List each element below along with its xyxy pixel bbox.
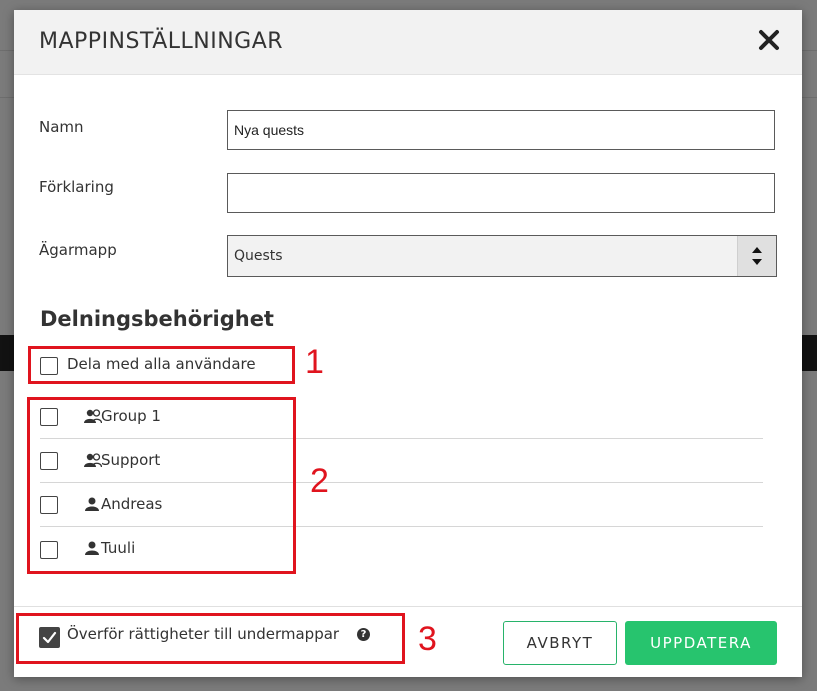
owner-folder-select[interactable]: Quests (227, 235, 777, 277)
cancel-button[interactable]: AVBRYT (503, 621, 617, 665)
select-arrows-icon (737, 236, 776, 276)
annotation-box-1 (28, 346, 295, 384)
name-label: Namn (39, 118, 84, 136)
folder-settings-dialog: MAPPINSTÄLLNINGAR Namn Förklaring Ägarma… (14, 10, 802, 677)
sharing-section-title: Delningsbehörighet (40, 307, 274, 331)
annotation-number-1: 1 (305, 343, 324, 381)
annotation-box-2 (27, 397, 296, 574)
annotation-number-3: 3 (418, 620, 437, 658)
name-input[interactable] (227, 110, 775, 150)
update-button[interactable]: UPPDATERA (625, 621, 777, 665)
owner-folder-label: Ägarmapp (39, 241, 117, 259)
description-label: Förklaring (39, 178, 114, 196)
owner-folder-value: Quests (234, 248, 283, 264)
annotation-box-3 (16, 613, 405, 664)
dialog-header: MAPPINSTÄLLNINGAR (14, 10, 802, 75)
footer-divider (14, 606, 802, 607)
close-icon (759, 30, 779, 50)
description-input[interactable] (227, 173, 775, 213)
annotation-number-2: 2 (310, 462, 329, 500)
dialog-title: MAPPINSTÄLLNINGAR (39, 29, 284, 54)
close-button[interactable] (755, 26, 783, 54)
